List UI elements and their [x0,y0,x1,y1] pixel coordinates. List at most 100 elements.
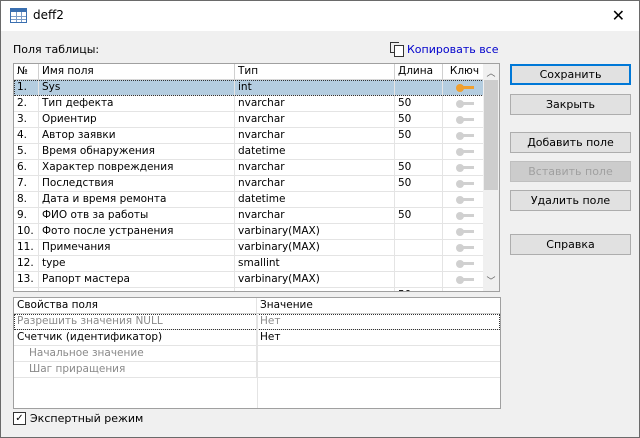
properties-grid[interactable]: Свойства поля Значение Разрешить значени… [13,297,501,409]
vertical-scrollbar[interactable]: ︿ ﹀ [483,64,499,291]
key-icon [455,148,474,156]
key-cell[interactable] [443,288,484,291]
table-row[interactable]: 5. Время обнаружения datetime [14,144,484,160]
key-cell[interactable] [443,96,484,112]
key-cell[interactable] [443,176,484,192]
cell-n: 9. [14,208,39,224]
cell-name: Время обнаружения [39,144,235,160]
cell-type: smallint [235,256,395,272]
cell-len [395,144,443,160]
table-row[interactable]: 2. Тип дефекта nvarchar 50 [14,96,484,112]
cell-n: 8. [14,192,39,208]
key-cell[interactable] [443,112,484,128]
cell-n: 4. [14,128,39,144]
cell-n: 3. [14,112,39,128]
property-value[interactable]: Нет [257,314,500,329]
key-cell[interactable] [443,160,484,176]
fields-label: Поля таблицы: [13,43,100,56]
close-icon[interactable]: ✕ [612,6,625,25]
cell-name: Ориентир [39,112,235,128]
column-header[interactable]: Имя поля [39,64,235,80]
cell-len [395,256,443,272]
property-value[interactable]: Нет [257,330,500,345]
key-cell[interactable] [443,224,484,240]
cell-type: nvarchar [235,128,395,144]
column-header[interactable]: Тип [235,64,395,80]
property-value[interactable] [257,362,500,377]
property-value[interactable] [257,346,500,361]
key-cell[interactable] [443,80,484,96]
table-row[interactable]: 6. Характер повреждения nvarchar 50 [14,160,484,176]
cell-type: int [235,80,395,96]
column-header[interactable]: Ключ [443,64,484,80]
cell-name: Последствия [39,176,235,192]
cell-len: 50 [395,160,443,176]
table-row[interactable]: 3. Ориентир nvarchar 50 [14,112,484,128]
key-icon [455,196,474,204]
key-cell[interactable] [443,208,484,224]
table-row[interactable]: 11. Примечания varbinary(MAX) [14,240,484,256]
cell-name: Примечания [39,240,235,256]
table-row[interactable]: 10. Фото после устранения varbinary(MAX) [14,224,484,240]
key-icon [455,116,474,124]
expert-mode-label[interactable]: Экспертный режим [30,412,143,425]
cell-type: varbinary(MAX) [235,272,395,288]
table-row[interactable]: 12. type smallint [14,256,484,272]
checkmark-icon: ✓ [15,413,24,424]
cell-n: 7. [14,176,39,192]
key-icon [455,228,474,236]
cell-len: 50 [395,128,443,144]
table-row[interactable]: 13. Рапорт мастера varbinary(MAX) [14,272,484,288]
copy-all-link[interactable]: Копировать все [390,42,499,57]
key-cell[interactable] [443,144,484,160]
table-icon [10,8,27,23]
table-row[interactable]: 8. Дата и время ремонта datetime [14,192,484,208]
add-field-button[interactable]: Добавить поле [510,132,631,153]
table-row[interactable]: 4. Автор заявки nvarchar 50 [14,128,484,144]
copy-icon [390,42,404,57]
cell-len [395,80,443,96]
key-icon [455,164,474,172]
cell-n: 13. [14,272,39,288]
cell-name: Фото после устранения [39,224,235,240]
cell-len [395,192,443,208]
key-cell[interactable] [443,240,484,256]
key-cell[interactable] [443,128,484,144]
key-icon [455,276,474,284]
cell-type: nvarchar [235,112,395,128]
key-cell[interactable] [443,256,484,272]
table-row[interactable]: 9. ФИО отв за работы nvarchar 50 [14,208,484,224]
scroll-up-icon[interactable]: ︿ [483,66,499,79]
cell-n [14,288,39,291]
key-icon [455,180,474,188]
table-row[interactable]: 7. Последствия nvarchar 50 [14,176,484,192]
cell-len: 50 [395,96,443,112]
delete-field-button[interactable]: Удалить поле [510,190,631,211]
key-icon [455,132,474,140]
scroll-thumb[interactable] [484,80,498,190]
cell-name: ФИО отв за работы [39,208,235,224]
cell-len: 50 [395,112,443,128]
scroll-down-icon[interactable]: ﹀ [483,274,499,287]
key-cell[interactable] [443,272,484,288]
cell-n: 2. [14,96,39,112]
save-button[interactable]: Сохранить [510,64,631,85]
table-row[interactable]: 1. Sys int [14,80,484,96]
column-header[interactable]: Длина [395,64,443,80]
cell-n: 1. [14,80,39,96]
cell-len [395,224,443,240]
fields-grid[interactable]: № Имя поля Тип Длина Ключ 1. Sys int 2. Тип дефе… [13,63,500,292]
key-cell[interactable] [443,192,484,208]
close-button[interactable]: Закрыть [510,94,631,115]
expert-mode-checkbox[interactable]: ✓ [13,412,26,425]
table-row[interactable]: 50 [14,288,484,291]
help-button[interactable]: Справка [510,234,631,255]
copy-all-label: Копировать все [407,43,499,56]
insert-field-button[interactable]: Вставить поле [510,161,631,182]
grid-header: № Имя поля Тип Длина Ключ [14,64,484,80]
cell-name: Тип дефекта [39,96,235,112]
column-header[interactable]: № [14,64,39,80]
cell-type: datetime [235,192,395,208]
property-name: Начальное значение [14,346,257,361]
key-icon [455,212,474,220]
